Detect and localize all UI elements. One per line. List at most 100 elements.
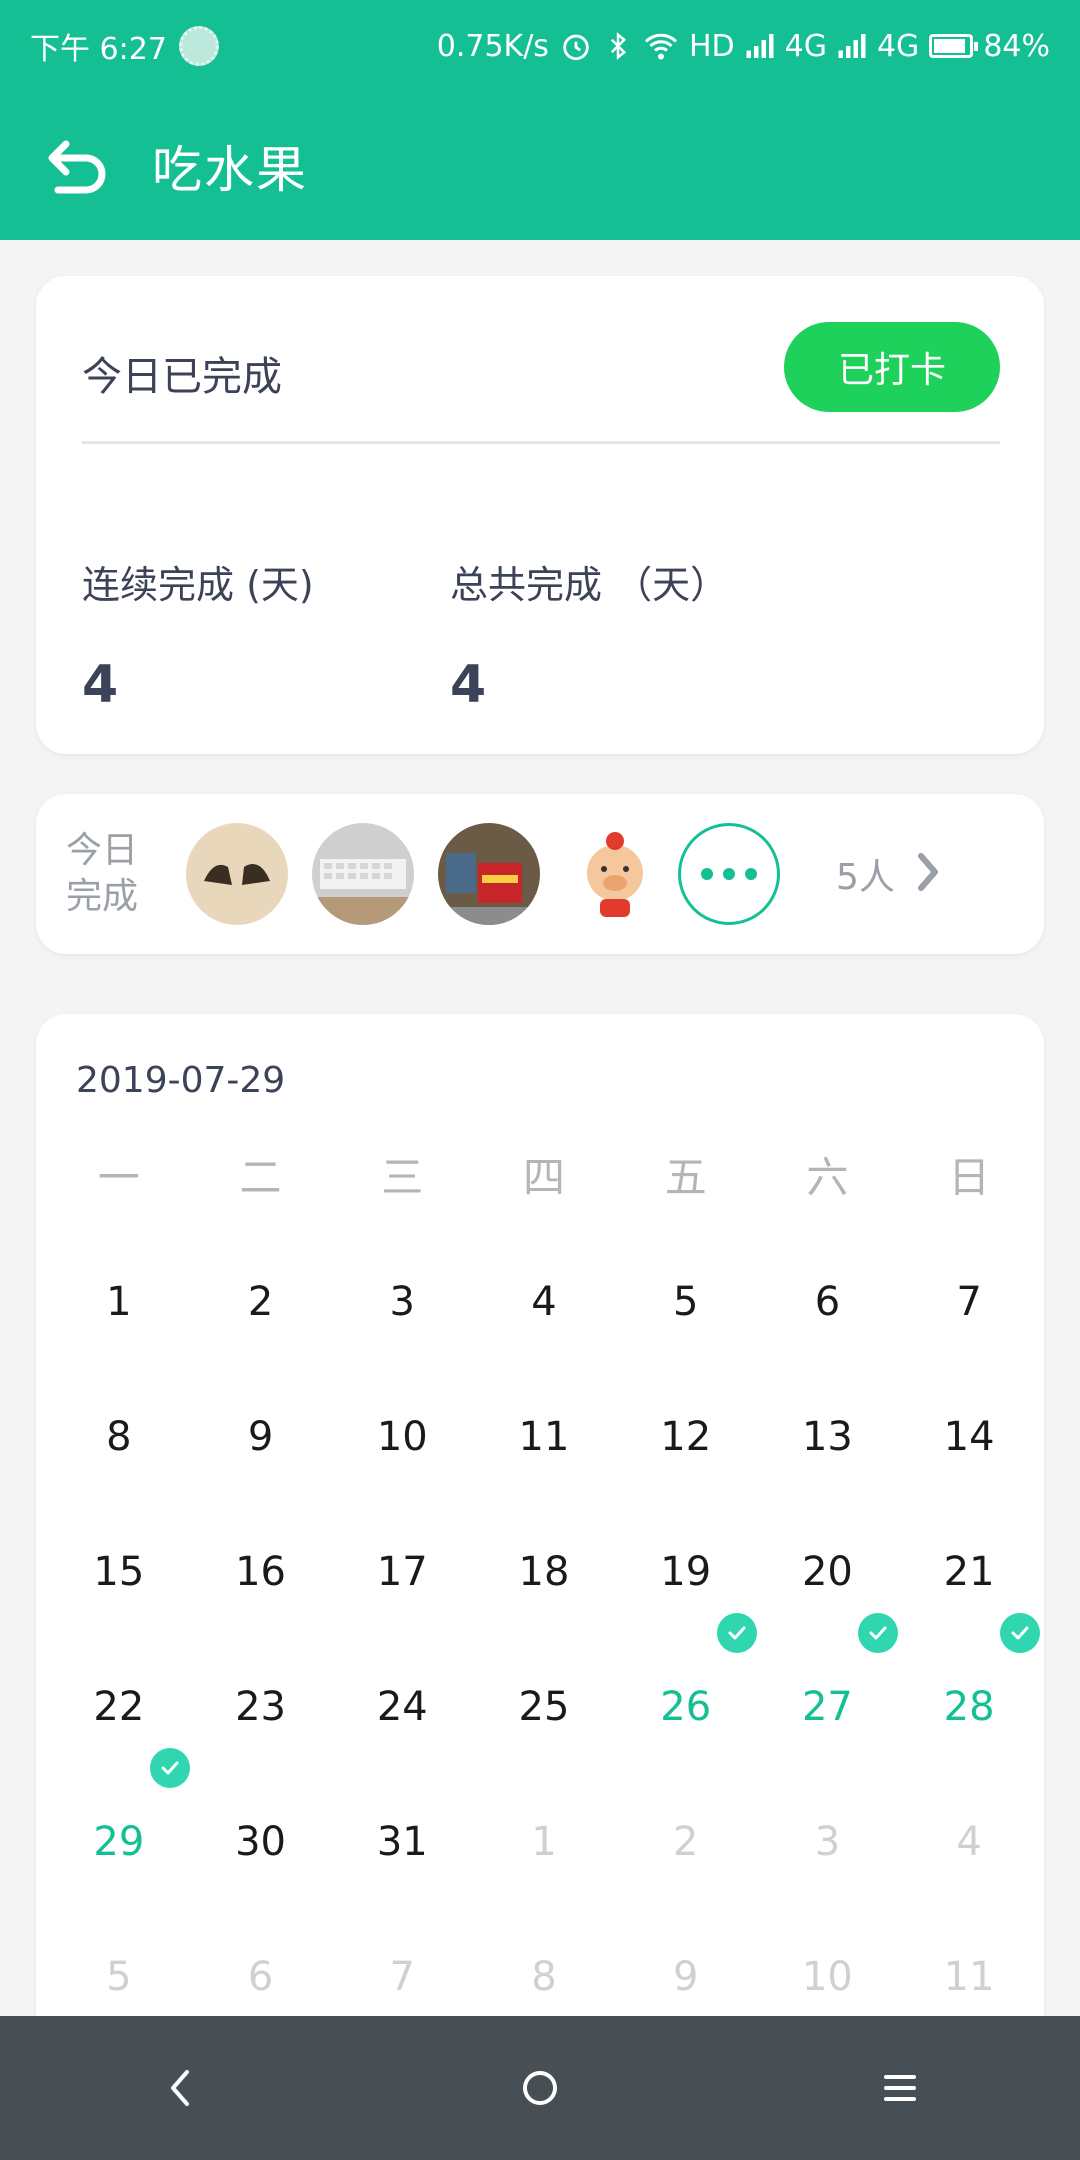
calendar-day-next-month[interactable]: 8 bbox=[473, 1947, 615, 2007]
calendar-day[interactable]: 31 bbox=[331, 1812, 473, 1872]
nav-menu-button[interactable] bbox=[840, 2038, 960, 2138]
wifi-icon bbox=[643, 31, 679, 61]
calendar-day[interactable]: 18 bbox=[473, 1542, 615, 1602]
day-number: 29 bbox=[93, 1819, 145, 1865]
calendar-day-next-month[interactable]: 3 bbox=[757, 1812, 899, 1872]
calendar-day-next-month[interactable]: 11 bbox=[898, 1947, 1040, 2007]
calendar-day[interactable]: 24 bbox=[331, 1677, 473, 1737]
calendar-week: 29 30 31 1 2 3 4 bbox=[48, 1748, 1040, 1872]
weekday-label: 六 bbox=[806, 1153, 849, 1202]
streak-stat: 连续完成 (天) 4 bbox=[82, 554, 314, 715]
calendar-day[interactable]: 19 bbox=[615, 1542, 757, 1602]
calendar-week: 22 23 24 25 26 27 28 bbox=[48, 1613, 1040, 1737]
chevron-right-icon[interactable] bbox=[915, 850, 943, 898]
avatar[interactable] bbox=[186, 823, 288, 925]
back-button[interactable] bbox=[38, 126, 118, 206]
calendar-day-next-month[interactable]: 7 bbox=[331, 1947, 473, 2007]
calendar-day[interactable]: 1 bbox=[48, 1272, 190, 1332]
more-members-button[interactable] bbox=[678, 823, 780, 925]
avatar-list bbox=[186, 823, 666, 925]
check-badge-icon bbox=[858, 1613, 899, 1653]
nav-back-button[interactable] bbox=[120, 2038, 240, 2138]
calendar-day-completed[interactable]: 27 bbox=[757, 1613, 899, 1737]
calendar-week: 1 2 3 4 5 6 7 bbox=[48, 1272, 1040, 1332]
calendar-day[interactable]: 9 bbox=[190, 1407, 332, 1467]
avatar[interactable] bbox=[438, 823, 540, 925]
calendar-day[interactable]: 22 bbox=[48, 1677, 190, 1737]
calendar-day-next-month[interactable]: 4 bbox=[898, 1812, 1040, 1872]
day-number: 26 bbox=[660, 1684, 712, 1730]
divider bbox=[82, 441, 1000, 444]
calendar-day[interactable]: 23 bbox=[190, 1677, 332, 1737]
home-circle-icon bbox=[523, 2071, 557, 2105]
calendar-day[interactable]: 14 bbox=[898, 1407, 1040, 1467]
members-card[interactable]: 今日完成 5人 bbox=[36, 794, 1044, 954]
calendar-week: 8 9 10 11 12 13 14 bbox=[48, 1407, 1040, 1467]
status-bar: 下午 6:27 0.75K/s HD 4G 4G 84% bbox=[0, 0, 1080, 92]
streak-label: 连续完成 (天) bbox=[82, 563, 314, 607]
calendar-week: 5 6 7 8 9 10 11 bbox=[48, 1947, 1040, 2007]
calendar-day[interactable]: 6 bbox=[757, 1272, 899, 1332]
bluetooth-icon bbox=[603, 29, 633, 63]
calendar-day[interactable]: 15 bbox=[48, 1542, 190, 1602]
day-number: 28 bbox=[943, 1684, 995, 1730]
page-title: 吃水果 bbox=[152, 141, 308, 199]
battery-icon bbox=[929, 34, 979, 58]
calendar-week: 15 16 17 18 19 20 21 bbox=[48, 1542, 1040, 1602]
calendar-day[interactable]: 25 bbox=[473, 1677, 615, 1737]
calendar-day-next-month[interactable]: 2 bbox=[615, 1812, 757, 1872]
calendar-day[interactable]: 2 bbox=[190, 1272, 332, 1332]
weekday-label: 日 bbox=[948, 1153, 991, 1202]
calendar-day[interactable]: 11 bbox=[473, 1407, 615, 1467]
network-speed: 0.75K/s bbox=[436, 28, 549, 64]
calendar-day-next-month[interactable]: 10 bbox=[757, 1947, 899, 2007]
calendar-day-next-month[interactable]: 1 bbox=[473, 1812, 615, 1872]
app-bar: 吃水果 bbox=[0, 92, 1080, 240]
calendar-day[interactable]: 5 bbox=[615, 1272, 757, 1332]
total-stat: 总共完成 （天） 4 bbox=[450, 554, 728, 715]
calendar-day-next-month[interactable]: 9 bbox=[615, 1947, 757, 2007]
calendar-day[interactable]: 8 bbox=[48, 1407, 190, 1467]
weekday-label: 二 bbox=[239, 1153, 282, 1202]
signal-icon bbox=[745, 34, 775, 58]
checkin-button[interactable]: 已打卡 bbox=[784, 322, 1000, 412]
calendar-day-completed[interactable]: 28 bbox=[898, 1613, 1040, 1737]
calendar-day[interactable]: 7 bbox=[898, 1272, 1040, 1332]
avatar[interactable] bbox=[564, 823, 666, 925]
total-value: 4 bbox=[450, 655, 487, 715]
streak-value: 4 bbox=[82, 655, 119, 715]
weekday-label: 一 bbox=[97, 1153, 140, 1202]
weekday-label: 四 bbox=[522, 1153, 565, 1202]
calendar-day[interactable]: 12 bbox=[615, 1407, 757, 1467]
avatar[interactable] bbox=[312, 823, 414, 925]
calendar-day[interactable]: 30 bbox=[190, 1812, 332, 1872]
hd-label: HD bbox=[688, 28, 735, 64]
total-label: 总共完成 （天） bbox=[450, 563, 729, 607]
calendar-day[interactable]: 4 bbox=[473, 1272, 615, 1332]
calendar-day[interactable]: 3 bbox=[331, 1272, 473, 1332]
member-count: 5人 bbox=[836, 857, 895, 898]
network-type-1: 4G bbox=[784, 28, 827, 64]
weekday-label: 五 bbox=[664, 1153, 707, 1202]
calendar-day[interactable]: 10 bbox=[331, 1407, 473, 1467]
members-label: 今日完成 bbox=[66, 830, 139, 917]
calendar-day-completed[interactable]: 29 bbox=[48, 1748, 190, 1872]
calendar-day[interactable]: 16 bbox=[190, 1542, 332, 1602]
calendar-day[interactable]: 21 bbox=[898, 1542, 1040, 1602]
calendar-day-next-month[interactable]: 5 bbox=[48, 1947, 190, 2007]
nav-home-button[interactable] bbox=[480, 2038, 600, 2138]
calendar-day[interactable]: 20 bbox=[757, 1542, 899, 1602]
loading-indicator-icon bbox=[178, 26, 219, 66]
chevron-left-icon bbox=[171, 2070, 189, 2106]
day-number: 27 bbox=[801, 1684, 853, 1730]
calendar-day[interactable]: 13 bbox=[757, 1407, 899, 1467]
today-status-label: 今日已完成 bbox=[82, 354, 282, 400]
calendar-day-completed[interactable]: 26 bbox=[615, 1613, 757, 1737]
alarm-icon bbox=[559, 29, 593, 63]
calendar-day[interactable]: 17 bbox=[331, 1542, 473, 1602]
calendar-date: 2019-07-29 bbox=[76, 1060, 286, 1101]
more-dot bbox=[745, 868, 757, 880]
calendar-day-next-month[interactable]: 6 bbox=[190, 1947, 332, 2007]
signal-icon-2 bbox=[837, 34, 867, 58]
weekday-label: 三 bbox=[381, 1153, 424, 1202]
